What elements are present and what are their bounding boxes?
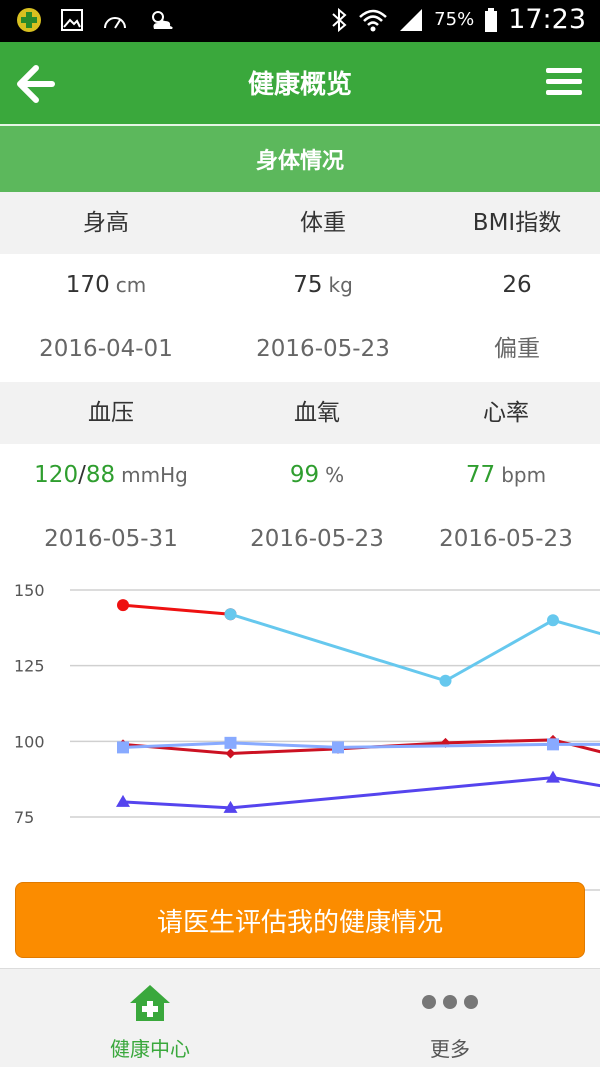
- app-notification-icon: [16, 7, 42, 33]
- height-unit: cm: [116, 273, 146, 297]
- series-line-4: [123, 778, 600, 808]
- battery-icon: [484, 7, 498, 33]
- app-bar: 健康概览: [0, 42, 600, 124]
- vitals-labels: 血压 血氧 心率: [0, 382, 600, 444]
- data-point[interactable]: [117, 741, 129, 753]
- bmi-label: BMI指数: [434, 192, 600, 254]
- wifi-icon: [358, 7, 388, 33]
- blood-oxygen-label: 血氧: [222, 382, 412, 444]
- vitals-dates: 2016-05-31 2016-05-23 2016-05-23: [0, 508, 600, 570]
- blood-pressure-value: 120/88mmHg: [0, 444, 222, 506]
- data-point[interactable]: [547, 614, 559, 626]
- series-line-1: [231, 614, 600, 681]
- battery-percent: 75%: [434, 9, 474, 30]
- data-point[interactable]: [117, 599, 129, 611]
- menu-icon[interactable]: [544, 64, 584, 100]
- blood-pressure-label: 血压: [0, 382, 222, 444]
- nav-health-center[interactable]: 健康中心: [0, 969, 300, 1068]
- weight-value: 75kg: [212, 254, 434, 316]
- series-line-3: [123, 743, 600, 748]
- height-value: 170cm: [0, 254, 212, 316]
- weight-unit: kg: [329, 273, 353, 297]
- blood-oxygen-unit: %: [325, 463, 344, 487]
- speedometer-icon: [102, 10, 128, 30]
- vitals-values: 120/88mmHg 99% 77bpm: [0, 444, 600, 506]
- heart-rate-label: 心率: [412, 382, 600, 444]
- blood-pressure-unit: mmHg: [121, 463, 188, 487]
- body-stats-values: 170cm 75kg 26: [0, 254, 600, 316]
- more-dots-icon: [420, 993, 480, 1011]
- series-line-0: [123, 605, 231, 614]
- nav-more-label: 更多: [300, 1033, 600, 1062]
- weather-icon: [146, 7, 176, 33]
- nav-health-center-label: 健康中心: [0, 1033, 300, 1062]
- nav-more[interactable]: 更多: [300, 969, 600, 1068]
- home-plus-icon: [128, 983, 172, 1023]
- signal-icon: [398, 7, 424, 33]
- status-bar: 75% 17:23: [0, 0, 600, 42]
- y-tick-label: 100: [14, 732, 45, 751]
- ask-doctor-evaluate-button[interactable]: 请医生评估我的健康情况: [15, 882, 585, 958]
- blood-oxygen-date: 2016-05-23: [222, 508, 412, 570]
- bottom-navigation: 健康中心 更多: [0, 968, 600, 1067]
- blood-pressure-date: 2016-05-31: [0, 508, 222, 570]
- body-stats-labels: 身高 体重 BMI指数: [0, 192, 600, 254]
- data-point[interactable]: [547, 738, 559, 750]
- height-label: 身高: [0, 192, 212, 254]
- data-point[interactable]: [332, 741, 344, 753]
- heart-rate-date: 2016-05-23: [412, 508, 600, 570]
- page-title: 健康概览: [0, 64, 600, 101]
- y-tick-label: 75: [14, 808, 34, 827]
- height-date: 2016-04-01: [0, 318, 212, 380]
- heart-rate-unit: bpm: [501, 463, 546, 487]
- blood-oxygen-value: 99%: [222, 444, 412, 506]
- data-point[interactable]: [226, 748, 236, 758]
- weight-label: 体重: [212, 192, 434, 254]
- body-stats-dates: 2016-04-01 2016-05-23 偏重: [0, 318, 600, 380]
- bluetooth-icon: [330, 7, 348, 33]
- clock: 17:23: [508, 4, 586, 35]
- image-icon: [60, 8, 84, 32]
- data-point[interactable]: [440, 675, 452, 687]
- data-point[interactable]: [225, 737, 237, 749]
- weight-date: 2016-05-23: [212, 318, 434, 380]
- y-tick-label: 150: [14, 581, 45, 600]
- heart-rate-value: 77bpm: [412, 444, 600, 506]
- bmi-value: 26: [434, 254, 600, 316]
- data-point[interactable]: [225, 608, 237, 620]
- section-title: 身体情况: [0, 126, 600, 192]
- y-tick-label: 125: [14, 657, 45, 676]
- bmi-status: 偏重: [434, 318, 600, 380]
